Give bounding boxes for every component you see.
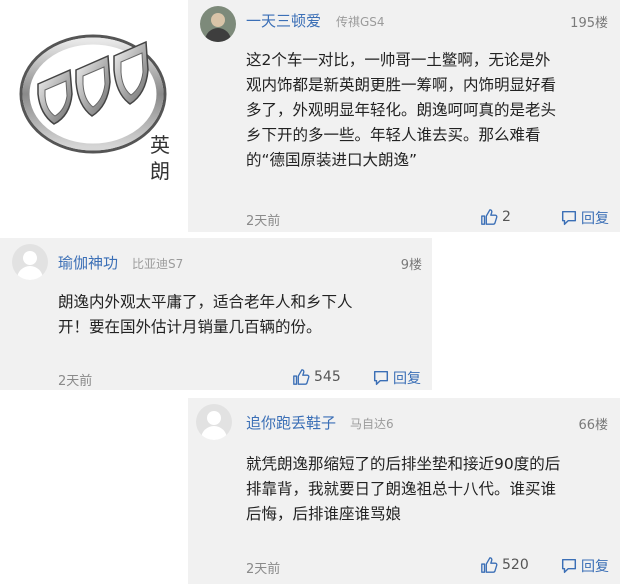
username[interactable]: 瑜伽神功: [58, 252, 118, 273]
username[interactable]: 追你跑丢鞋子: [246, 412, 336, 433]
reply-label: 回复: [393, 371, 421, 387]
comment-card: 瑜伽神功 比亚迪S7 9楼 朗逸内外观太平庸了，适合老年人和乡下人 开！要在国外…: [0, 238, 432, 390]
comment-time: 2天前: [58, 374, 93, 389]
comment-text: 朗逸内外观太平庸了，适合老年人和乡下人 开！要在国外估计月销量几百辆的份。: [58, 290, 428, 340]
thumbs-up-icon: [481, 209, 498, 225]
floor-number: 9楼: [400, 258, 422, 273]
buick-shield-logo: [19, 34, 167, 154]
thumbs-up-icon: [481, 557, 498, 573]
like-count: 520: [502, 557, 529, 573]
comment-card: 一天三顿爱 传祺GS4 195楼 这2个车一对比，一帅哥一土鳖啊，无论是外 观内…: [188, 0, 620, 232]
username[interactable]: 一天三顿爱: [246, 10, 321, 31]
reply-label: 回复: [581, 211, 609, 227]
reply-label: 回复: [581, 559, 609, 575]
like-button[interactable]: 545: [292, 368, 341, 386]
floor-number: 66楼: [578, 418, 608, 433]
like-count: 545: [314, 369, 341, 385]
comment-line: 朗逸内外观太平庸了，适合老年人和乡下人: [58, 293, 353, 311]
like-button[interactable]: 2: [480, 208, 511, 226]
user-avatar[interactable]: [200, 6, 236, 42]
comment-time: 2天前: [246, 214, 281, 229]
comment-line: 排靠背，我就要日了朗逸祖总十八代。谁买谁: [246, 480, 557, 498]
comment-line: 的“德国原装进口大朗逸”: [246, 151, 418, 169]
comment-line: 乡下开的多一些。年轻人谁去买。那么难看: [246, 126, 541, 144]
comment-bubble-icon: [373, 370, 389, 386]
like-count: 2: [502, 209, 511, 225]
comment-bubble-icon: [561, 210, 577, 226]
brand-name-char-2: 朗: [150, 159, 170, 183]
thumbs-up-icon: [293, 369, 310, 385]
user-car-badge: 传祺GS4: [336, 15, 385, 29]
brand-name-char-1: 英: [150, 133, 170, 157]
reply-button[interactable]: 回复: [560, 556, 609, 576]
comment-line: 开！要在国外估计月销量几百辆的份。: [58, 318, 322, 336]
comment-time: 2天前: [246, 562, 281, 577]
brand-logo-area: 英 朗: [0, 0, 188, 232]
comment-line: 多了，外观明显年轻化。朗逸呵呵真的是老头: [246, 101, 557, 119]
user-car-badge: 比亚迪S7: [132, 257, 184, 271]
comment-text: 这2个车一对比，一帅哥一土鳖啊，无论是外 观内饰都是新英朗更胜一筹啊，内饰明显好…: [246, 48, 616, 173]
floor-number: 195楼: [570, 16, 608, 31]
comment-line: 后悔，后排谁座谁骂娘: [246, 505, 402, 523]
comment-card: 追你跑丢鞋子 马自达6 66楼 就凭朗逸那缩短了的后排坐垫和接近90度的后 排靠…: [188, 398, 620, 584]
comment-line: 就凭朗逸那缩短了的后排坐垫和接近90度的后: [246, 455, 561, 473]
user-avatar[interactable]: [12, 244, 48, 280]
user-car-badge: 马自达6: [350, 417, 394, 431]
comment-text: 就凭朗逸那缩短了的后排坐垫和接近90度的后 排靠背，我就要日了朗逸祖总十八代。谁…: [246, 452, 616, 527]
reply-button[interactable]: 回复: [560, 208, 609, 228]
comment-bubble-icon: [561, 558, 577, 574]
user-avatar[interactable]: [196, 404, 232, 440]
like-button[interactable]: 520: [480, 556, 529, 574]
reply-button[interactable]: 回复: [372, 368, 421, 388]
comment-line: 这2个车一对比，一帅哥一土鳖啊，无论是外: [246, 51, 551, 69]
comment-line: 观内饰都是新英朗更胜一筹啊，内饰明显好看: [246, 76, 557, 94]
